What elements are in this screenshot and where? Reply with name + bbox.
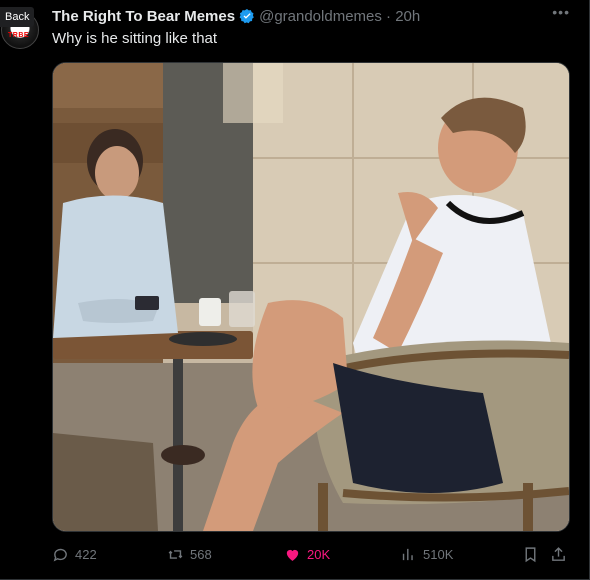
- views-action[interactable]: 510K: [400, 543, 453, 565]
- repost-icon: [168, 549, 183, 559]
- photo-image: [53, 63, 569, 531]
- bookmark-action[interactable]: [522, 543, 539, 565]
- like-count: 20K: [307, 546, 331, 562]
- tweet-actions: 422 568 20K 510K: [52, 543, 570, 565]
- like-action[interactable]: 20K: [284, 543, 330, 565]
- views-chart-icon: [402, 548, 413, 560]
- reply-icon: [53, 548, 67, 562]
- verified-badge-icon: [239, 9, 254, 24]
- heart-icon: [286, 549, 299, 561]
- views-count: 510K: [423, 546, 454, 562]
- tweet-text: Why is he sitting like that: [52, 30, 218, 47]
- display-name[interactable]: The Right To Bear Memes: [52, 8, 235, 25]
- repost-count: 568: [190, 546, 212, 562]
- bookmark-icon: [525, 546, 536, 562]
- tweet-header: The Right To Bear Memes @grandoldmemes ·…: [52, 6, 420, 26]
- more-options-icon[interactable]: •••: [552, 4, 570, 20]
- tweet-photo[interactable]: [52, 62, 570, 532]
- share-action[interactable]: [550, 543, 567, 565]
- avatar-text: TRBE: [8, 32, 30, 39]
- share-icon: [552, 546, 565, 561]
- handle-and-timestamp[interactable]: @grandoldmemes · 20h: [259, 8, 420, 25]
- back-button[interactable]: Back: [0, 7, 35, 27]
- reply-count: 422: [75, 546, 97, 562]
- reply-action[interactable]: 422: [52, 543, 97, 565]
- repost-action[interactable]: 568: [167, 543, 212, 565]
